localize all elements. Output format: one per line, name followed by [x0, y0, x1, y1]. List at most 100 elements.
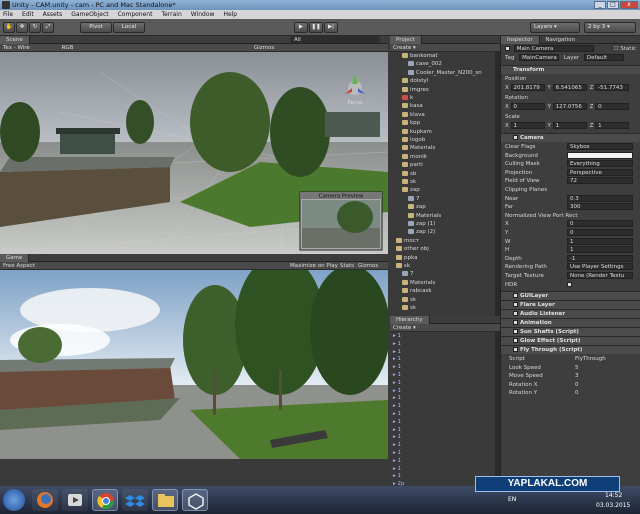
- game-aspect-dropdown[interactable]: Free Aspect: [3, 263, 35, 269]
- component-header[interactable]: GUILayer: [501, 291, 640, 300]
- hierarchy-item[interactable]: ▸ 1: [390, 387, 494, 395]
- project-item[interactable]: parti: [390, 161, 494, 169]
- object-name-field[interactable]: Main Camera: [513, 45, 594, 52]
- scale-x-field[interactable]: 1: [510, 122, 545, 129]
- camera-header[interactable]: Camera: [501, 133, 640, 142]
- tab-game[interactable]: Game: [0, 254, 30, 262]
- maximize-on-play-toggle[interactable]: Maximize on Play: [290, 262, 338, 270]
- project-item[interactable]: klava: [390, 111, 494, 119]
- camera-row-value[interactable]: 72: [567, 177, 633, 185]
- menu-file[interactable]: File: [3, 10, 13, 19]
- camera-row-value[interactable]: 300: [567, 203, 633, 211]
- project-item[interactable]: kpp: [390, 119, 494, 127]
- tab-project[interactable]: Project: [390, 36, 422, 44]
- hierarchy-create-button[interactable]: Create: [393, 325, 411, 331]
- tab-hierarchy[interactable]: Hierarchy: [390, 316, 430, 324]
- rotation-x-field[interactable]: 0: [510, 103, 545, 110]
- layers-dropdown[interactable]: Layers ▾: [530, 22, 580, 33]
- hierarchy-item[interactable]: ▸ 1: [390, 449, 494, 457]
- project-item[interactable]: rabcask: [390, 287, 494, 295]
- project-item[interactable]: Materials: [390, 144, 494, 152]
- project-item[interactable]: sb: [390, 170, 494, 178]
- camera-row-value[interactable]: 0.3: [567, 194, 633, 202]
- project-item[interactable]: dolstyl: [390, 77, 494, 85]
- hierarchy-item[interactable]: ▸ 1: [390, 332, 494, 340]
- scene-search-input[interactable]: All: [290, 36, 380, 43]
- project-item[interactable]: sk: [390, 262, 494, 270]
- clock-date[interactable]: 03.03.2015: [596, 502, 630, 509]
- hierarchy-item[interactable]: ▸ 1: [390, 418, 494, 426]
- project-item[interactable]: ppka: [390, 254, 494, 262]
- step-button[interactable]: ▶|: [324, 22, 338, 33]
- hierarchy-item[interactable]: ▸ 1: [390, 348, 494, 356]
- camera-row-value[interactable]: Skybox: [567, 143, 633, 150]
- component-enabled-checkbox[interactable]: [513, 302, 518, 307]
- chrome-icon[interactable]: [92, 489, 118, 511]
- component-enabled-checkbox[interactable]: [513, 338, 518, 343]
- explorer-icon[interactable]: [152, 489, 178, 511]
- camera-row-value[interactable]: [567, 151, 633, 159]
- component-enabled-checkbox[interactable]: [513, 320, 518, 325]
- camera-row-value[interactable]: 0: [567, 229, 633, 236]
- clock-time[interactable]: 14:52: [605, 492, 622, 499]
- dropbox-icon[interactable]: [122, 489, 148, 511]
- camera-row-value[interactable]: Use Player Settings: [567, 263, 633, 271]
- component-header[interactable]: Flare Layer: [501, 300, 640, 309]
- project-item[interactable]: Cooler_Master_N200_sn: [390, 69, 494, 77]
- game-gizmos-toggle[interactable]: Gizmos: [358, 262, 378, 270]
- fly-through-value[interactable]: FlyThrough: [575, 355, 606, 363]
- play-button[interactable]: ▶: [294, 22, 308, 33]
- language-indicator[interactable]: EN: [508, 496, 516, 503]
- scene-gizmos[interactable]: Gizmos: [254, 44, 274, 52]
- hdr-checkbox[interactable]: [567, 281, 572, 287]
- project-item[interactable]: mост: [390, 237, 494, 245]
- static-checkbox[interactable]: ☐ Static: [614, 45, 636, 53]
- hierarchy-item[interactable]: ▸ 1: [390, 441, 494, 449]
- layout-dropdown[interactable]: 2 by 3 ▾: [584, 22, 636, 33]
- hierarchy-item[interactable]: ▸ 1: [390, 465, 494, 473]
- menu-window[interactable]: Window: [191, 10, 215, 19]
- project-item[interactable]: 7: [390, 270, 494, 278]
- hierarchy-item[interactable]: ▸ 1: [390, 457, 494, 465]
- fly-through-value[interactable]: 0: [575, 381, 579, 389]
- camera-row-value[interactable]: Everything: [567, 160, 633, 168]
- menu-assets[interactable]: Assets: [43, 10, 63, 19]
- active-checkbox[interactable]: [505, 46, 510, 51]
- component-enabled-checkbox[interactable]: [513, 329, 518, 334]
- camera-row-value[interactable]: None (Render Textu: [567, 272, 633, 279]
- rotation-z-field[interactable]: 0: [595, 103, 630, 110]
- fly-through-value[interactable]: 3: [575, 372, 579, 380]
- scene-rgb[interactable]: RGB: [62, 45, 74, 51]
- camera-row-value[interactable]: 1: [567, 246, 633, 254]
- component-header[interactable]: Glow Effect (Script): [501, 336, 640, 345]
- rotate-tool-icon[interactable]: ↻: [29, 22, 41, 33]
- tab-scene[interactable]: Scene: [0, 36, 30, 44]
- position-x-field[interactable]: 201.8179: [510, 84, 545, 91]
- hierarchy-item[interactable]: ▸ 1: [390, 371, 494, 379]
- project-item[interactable]: Materials: [390, 212, 494, 220]
- component-header[interactable]: Fly Through (Script): [501, 345, 640, 354]
- hierarchy-item[interactable]: ▸ 1: [390, 355, 494, 363]
- project-item[interactable]: zap: [390, 203, 494, 211]
- hand-tool-icon[interactable]: ✋: [3, 22, 15, 33]
- scene-render[interactable]: Persp Camera Preview: [0, 52, 388, 254]
- menu-component[interactable]: Component: [118, 10, 153, 19]
- project-item[interactable]: zap: [390, 186, 494, 194]
- position-z-field[interactable]: -51.7743: [595, 84, 630, 91]
- project-item[interactable]: case_002: [390, 60, 494, 68]
- project-item[interactable]: zap (2): [390, 228, 494, 236]
- component-enabled-checkbox[interactable]: [513, 293, 518, 298]
- project-item[interactable]: kasa: [390, 102, 494, 110]
- media-player-icon[interactable]: [62, 489, 88, 511]
- hierarchy-item[interactable]: ▸ 1: [390, 363, 494, 371]
- layer-dropdown[interactable]: Default: [583, 54, 624, 61]
- hierarchy-item[interactable]: ▸ 1: [390, 379, 494, 387]
- hierarchy-item[interactable]: ▸ 1: [390, 394, 494, 402]
- project-item[interactable]: 7: [390, 195, 494, 203]
- scale-tool-icon[interactable]: ⤢: [42, 22, 54, 33]
- menu-help[interactable]: Help: [223, 10, 237, 19]
- start-button[interactable]: [3, 489, 25, 511]
- project-item[interactable]: kupkam: [390, 128, 494, 136]
- component-header[interactable]: Audio Listener: [501, 309, 640, 318]
- fly-through-value[interactable]: 0: [575, 389, 579, 397]
